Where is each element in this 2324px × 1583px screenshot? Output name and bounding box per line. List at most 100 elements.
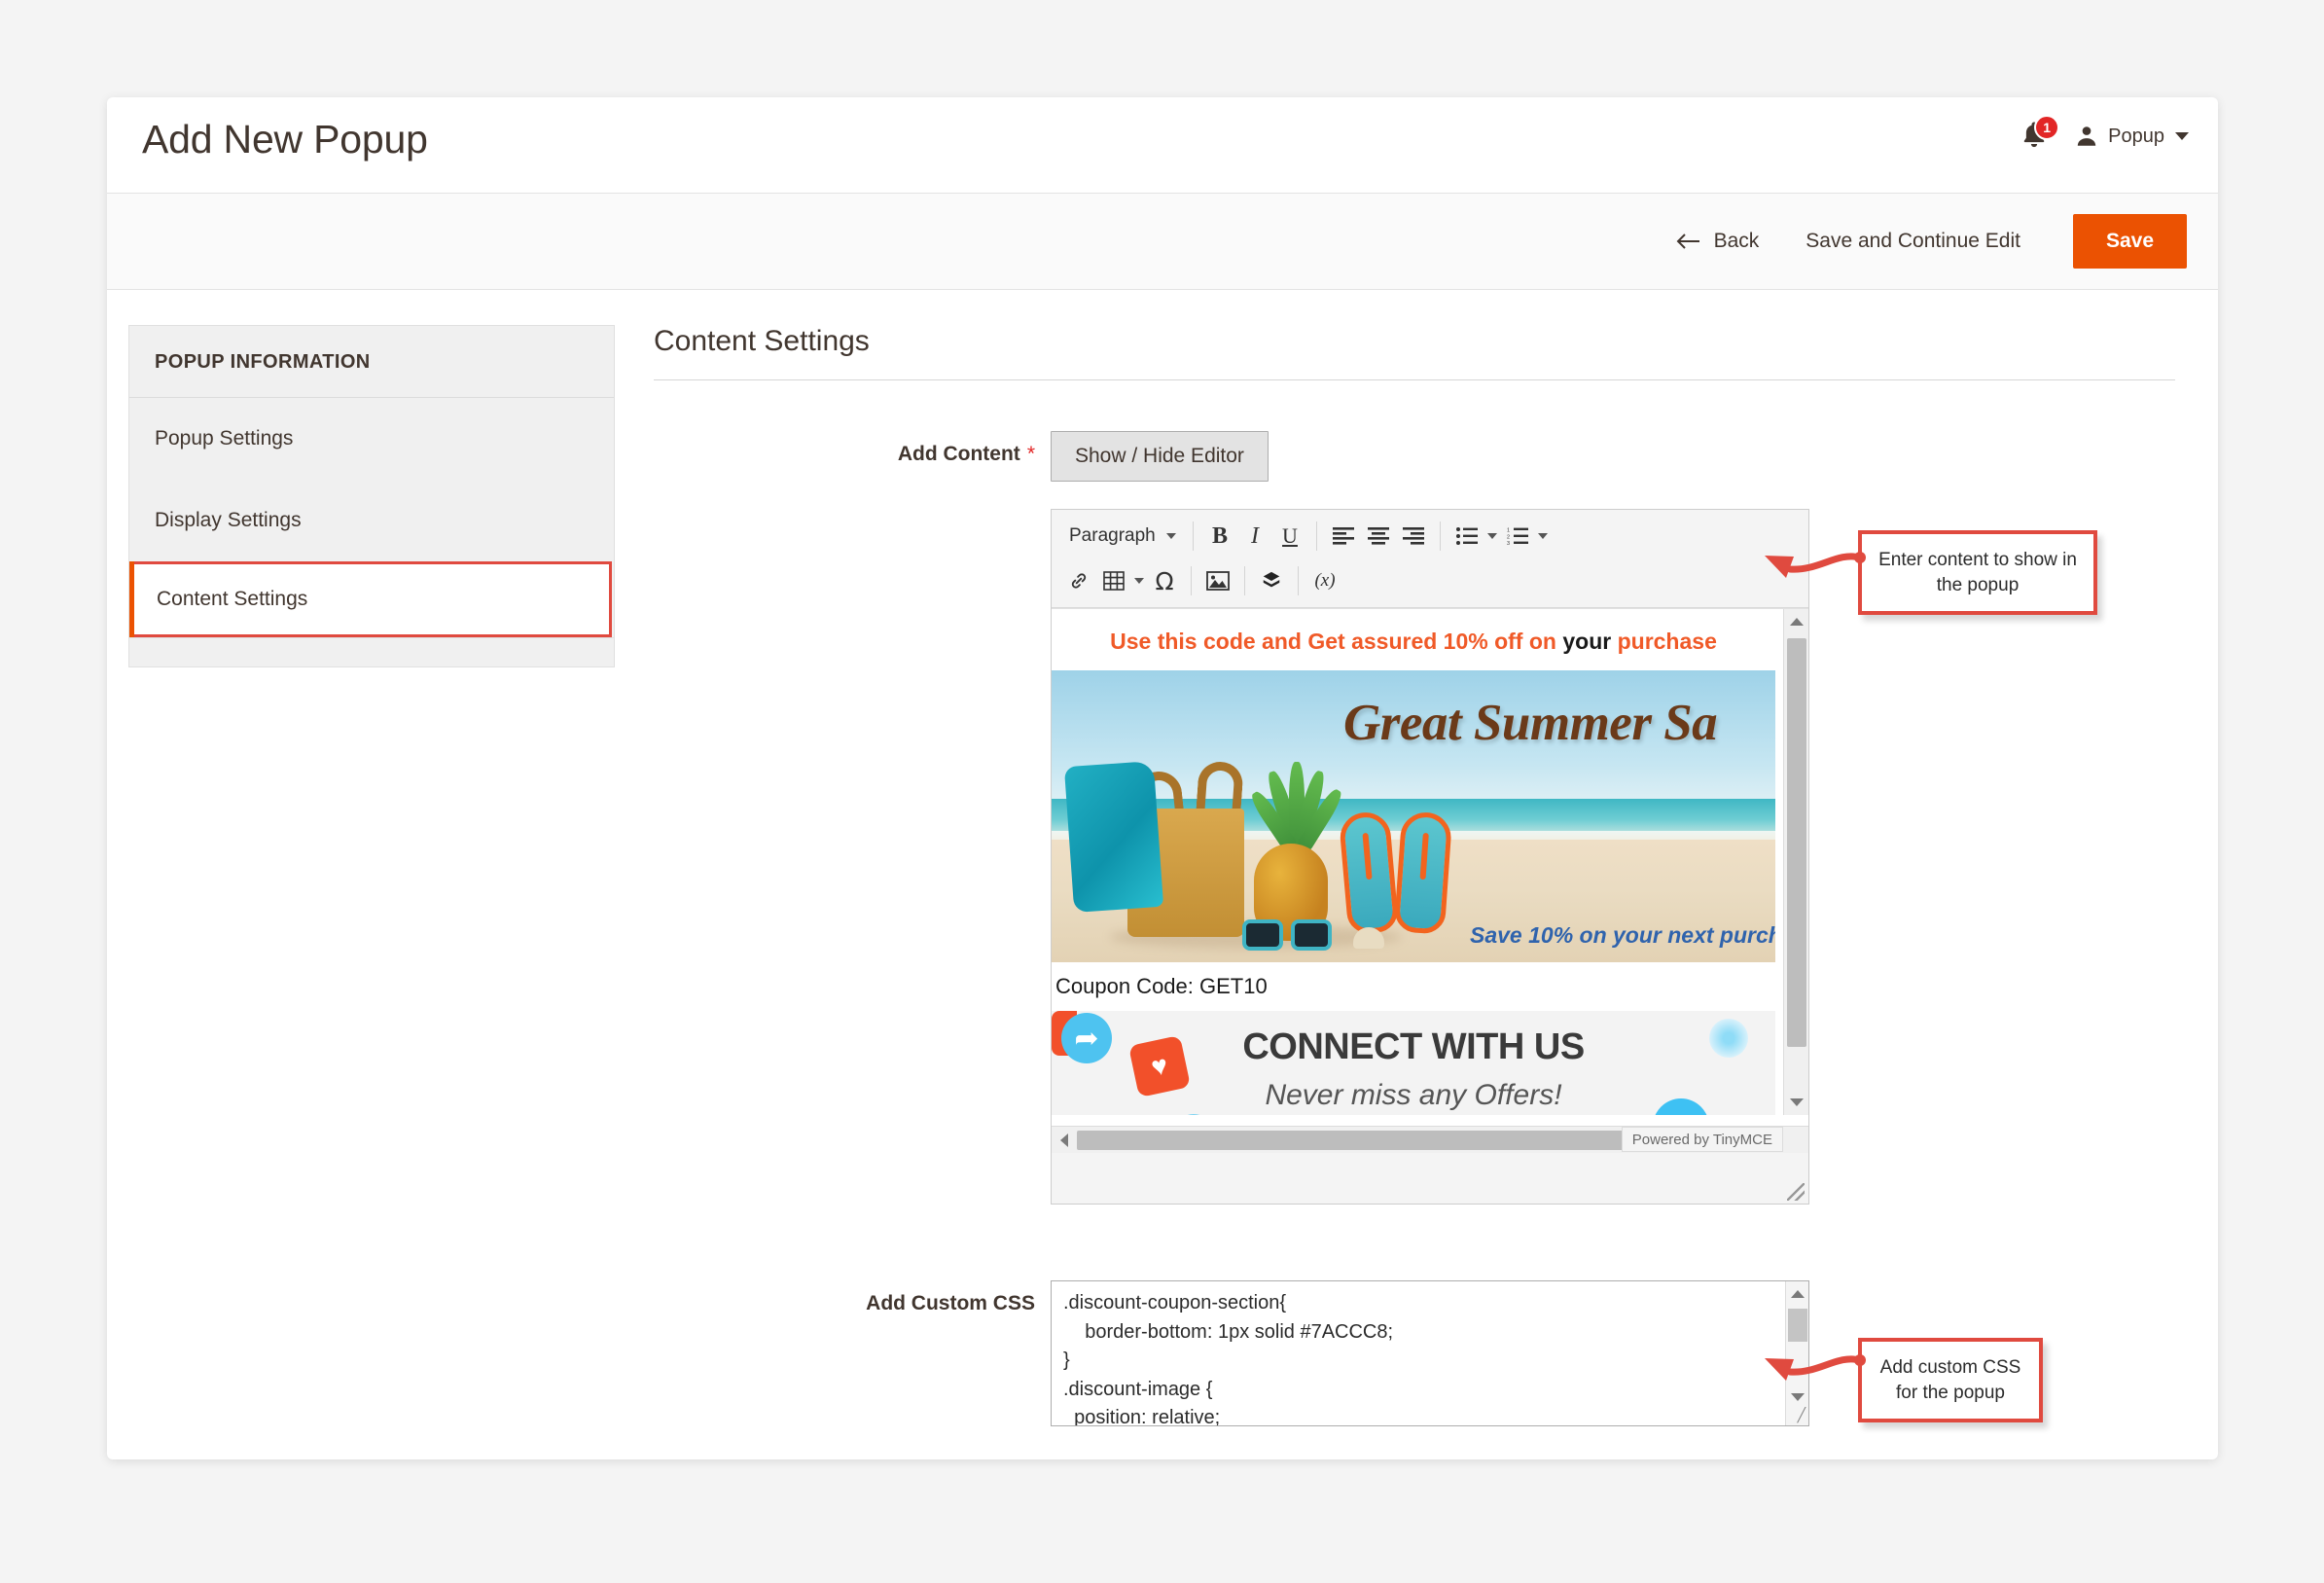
sidebar-item-label: Popup Settings bbox=[155, 427, 293, 450]
editor-content-area[interactable]: Use this code and Get assured 10% off on… bbox=[1052, 608, 1808, 1153]
editor-statusbar: Powered by TinyMCE bbox=[1622, 1127, 1783, 1152]
scrollbar-thumb[interactable] bbox=[1787, 638, 1806, 1047]
italic-button[interactable]: I bbox=[1237, 519, 1272, 554]
custom-css-textarea[interactable]: .discount-coupon-section{ border-bottom:… bbox=[1051, 1280, 1809, 1426]
table-icon bbox=[1103, 571, 1125, 591]
text-style-group: B I U bbox=[1198, 519, 1311, 554]
content-settings-panel: Content Settings Add Content* Show / Hid… bbox=[615, 325, 2218, 1426]
add-custom-css-label-col: Add Custom CSS bbox=[654, 1280, 1051, 1426]
scrollbar-thumb[interactable] bbox=[1788, 1309, 1807, 1342]
chevron-up-icon bbox=[1791, 1290, 1805, 1298]
insert-variable-button[interactable]: (x) bbox=[1307, 563, 1342, 598]
css-vertical-scrollbar[interactable] bbox=[1785, 1281, 1808, 1425]
editor-toolbar-row-1: Paragraph B I U bbox=[1057, 514, 1803, 558]
sidebar-item-popup-settings[interactable]: Popup Settings bbox=[129, 398, 614, 480]
textarea-resize-handle[interactable]: ╱ bbox=[1798, 1407, 1806, 1423]
chevron-down-icon bbox=[1538, 533, 1548, 539]
scroll-up-button[interactable] bbox=[1786, 1281, 1808, 1307]
scrollbar-thumb[interactable] bbox=[1077, 1131, 1659, 1150]
editor-resize-handle[interactable] bbox=[1787, 1183, 1805, 1201]
connect-with-us-block: ➦ ♥ CONNECT WITH US Never miss any Offer… bbox=[1052, 1011, 1775, 1115]
sidebar-item-content-settings[interactable]: Content Settings bbox=[131, 561, 612, 637]
insert-link-button[interactable] bbox=[1061, 563, 1096, 598]
required-marker: * bbox=[1027, 443, 1035, 465]
back-button-label: Back bbox=[1714, 230, 1760, 253]
banner-subtitle: Save 10% on your next purch bbox=[1470, 922, 1775, 949]
user-name-label: Popup bbox=[2108, 126, 2164, 148]
toolbar-separator bbox=[1244, 566, 1245, 595]
insert-table-button[interactable] bbox=[1096, 563, 1131, 598]
sidebar-heading: POPUP INFORMATION bbox=[129, 326, 614, 398]
editor-toolbar-row-2: Ω bbox=[1057, 558, 1803, 603]
insert-table-dropdown[interactable] bbox=[1131, 563, 1147, 598]
arrow-left-icon bbox=[1675, 232, 1700, 251]
sunglasses-icon bbox=[1242, 919, 1336, 953]
insert-group-c bbox=[1250, 563, 1293, 598]
sidebar-tail bbox=[129, 637, 614, 666]
align-right-icon bbox=[1403, 527, 1424, 545]
toolbar-separator bbox=[1316, 522, 1317, 551]
tinymce-editor: Paragraph B I U bbox=[1051, 509, 1809, 1205]
bullet-list-button[interactable] bbox=[1449, 519, 1484, 554]
numbered-list-button[interactable]: 123 bbox=[1500, 519, 1535, 554]
editor-document[interactable]: Use this code and Get assured 10% off on… bbox=[1052, 609, 1775, 1115]
chevron-down-icon bbox=[1166, 533, 1176, 539]
list-group: 123 bbox=[1446, 519, 1555, 554]
show-hide-editor-button[interactable]: Show / Hide Editor bbox=[1051, 431, 1269, 482]
align-right-button[interactable] bbox=[1396, 519, 1431, 554]
back-button[interactable]: Back bbox=[1658, 220, 1777, 263]
notifications-button[interactable]: 1 bbox=[2020, 119, 2053, 154]
promo-heading: Use this code and Get assured 10% off on… bbox=[1052, 609, 1775, 670]
align-center-button[interactable] bbox=[1361, 519, 1396, 554]
save-and-continue-edit-button[interactable]: Save and Continue Edit bbox=[1776, 220, 2050, 263]
annotation-callout-css: Add custom CSS for the popup bbox=[1858, 1338, 2043, 1422]
format-group: Paragraph bbox=[1057, 519, 1188, 554]
link-icon bbox=[1068, 570, 1090, 592]
summer-sale-banner-image: Great Summer Sa Save 10% on your next pu… bbox=[1052, 670, 1775, 962]
scroll-left-button[interactable] bbox=[1052, 1128, 1077, 1153]
header-actions: 1 Popup bbox=[2020, 119, 2189, 154]
scroll-up-button[interactable] bbox=[1784, 609, 1808, 634]
numbered-list-icon: 123 bbox=[1507, 527, 1528, 545]
insert-group-b bbox=[1197, 563, 1239, 598]
numbered-list-dropdown[interactable] bbox=[1535, 519, 1551, 554]
chevron-left-icon bbox=[1060, 1133, 1068, 1147]
twitter-icon: ➦ bbox=[1061, 1013, 1112, 1063]
annotation-callout-content: Enter content to show in the popup bbox=[1858, 530, 2097, 615]
chevron-down-icon bbox=[2175, 132, 2189, 140]
social-bubble-icon bbox=[1174, 1114, 1213, 1115]
toolbar-separator bbox=[1191, 566, 1192, 595]
editor-vertical-scrollbar[interactable] bbox=[1783, 609, 1808, 1115]
toolbar-separator bbox=[1193, 522, 1194, 551]
sidebar-item-display-settings[interactable]: Display Settings bbox=[129, 480, 614, 561]
save-button[interactable]: Save bbox=[2073, 214, 2187, 269]
insert-image-button[interactable] bbox=[1200, 563, 1235, 598]
variable-icon: (x) bbox=[1314, 570, 1335, 592]
chevron-down-icon bbox=[1134, 578, 1144, 584]
custom-css-value: .discount-coupon-section{ border-bottom:… bbox=[1063, 1289, 1779, 1426]
page-title: Add New Popup bbox=[142, 117, 428, 162]
insert-widget-button[interactable] bbox=[1254, 563, 1289, 598]
page-body: POPUP INFORMATION Popup Settings Display… bbox=[107, 290, 2218, 1426]
page-actions-bar: Back Save and Continue Edit Save bbox=[107, 193, 2218, 290]
editor-footer bbox=[1052, 1153, 1808, 1204]
bold-button[interactable]: B bbox=[1202, 519, 1237, 554]
page-card: Add New Popup 1 Popup bbox=[107, 97, 2218, 1459]
user-menu[interactable]: Popup bbox=[2074, 123, 2189, 150]
special-character-button[interactable]: Ω bbox=[1147, 563, 1182, 598]
banner-title: Great Summer Sa bbox=[1343, 694, 1717, 752]
svg-text:3: 3 bbox=[1507, 541, 1510, 545]
sidebar-item-label: Content Settings bbox=[157, 588, 307, 610]
chevron-down-icon bbox=[1790, 1098, 1804, 1106]
popup-information-sidebar: POPUP INFORMATION Popup Settings Display… bbox=[128, 325, 615, 667]
scroll-down-button[interactable] bbox=[1784, 1090, 1808, 1115]
align-left-button[interactable] bbox=[1326, 519, 1361, 554]
underline-button[interactable]: U bbox=[1272, 519, 1307, 554]
social-glow-icon bbox=[1709, 1019, 1748, 1058]
add-content-label: Add Content bbox=[898, 443, 1020, 466]
coupon-code-line: Coupon Code: GET10 bbox=[1052, 962, 1775, 1011]
omega-icon: Ω bbox=[1155, 567, 1173, 595]
format-select[interactable]: Paragraph bbox=[1061, 519, 1184, 554]
bullet-list-dropdown[interactable] bbox=[1484, 519, 1500, 554]
toolbar-separator bbox=[1298, 566, 1299, 595]
